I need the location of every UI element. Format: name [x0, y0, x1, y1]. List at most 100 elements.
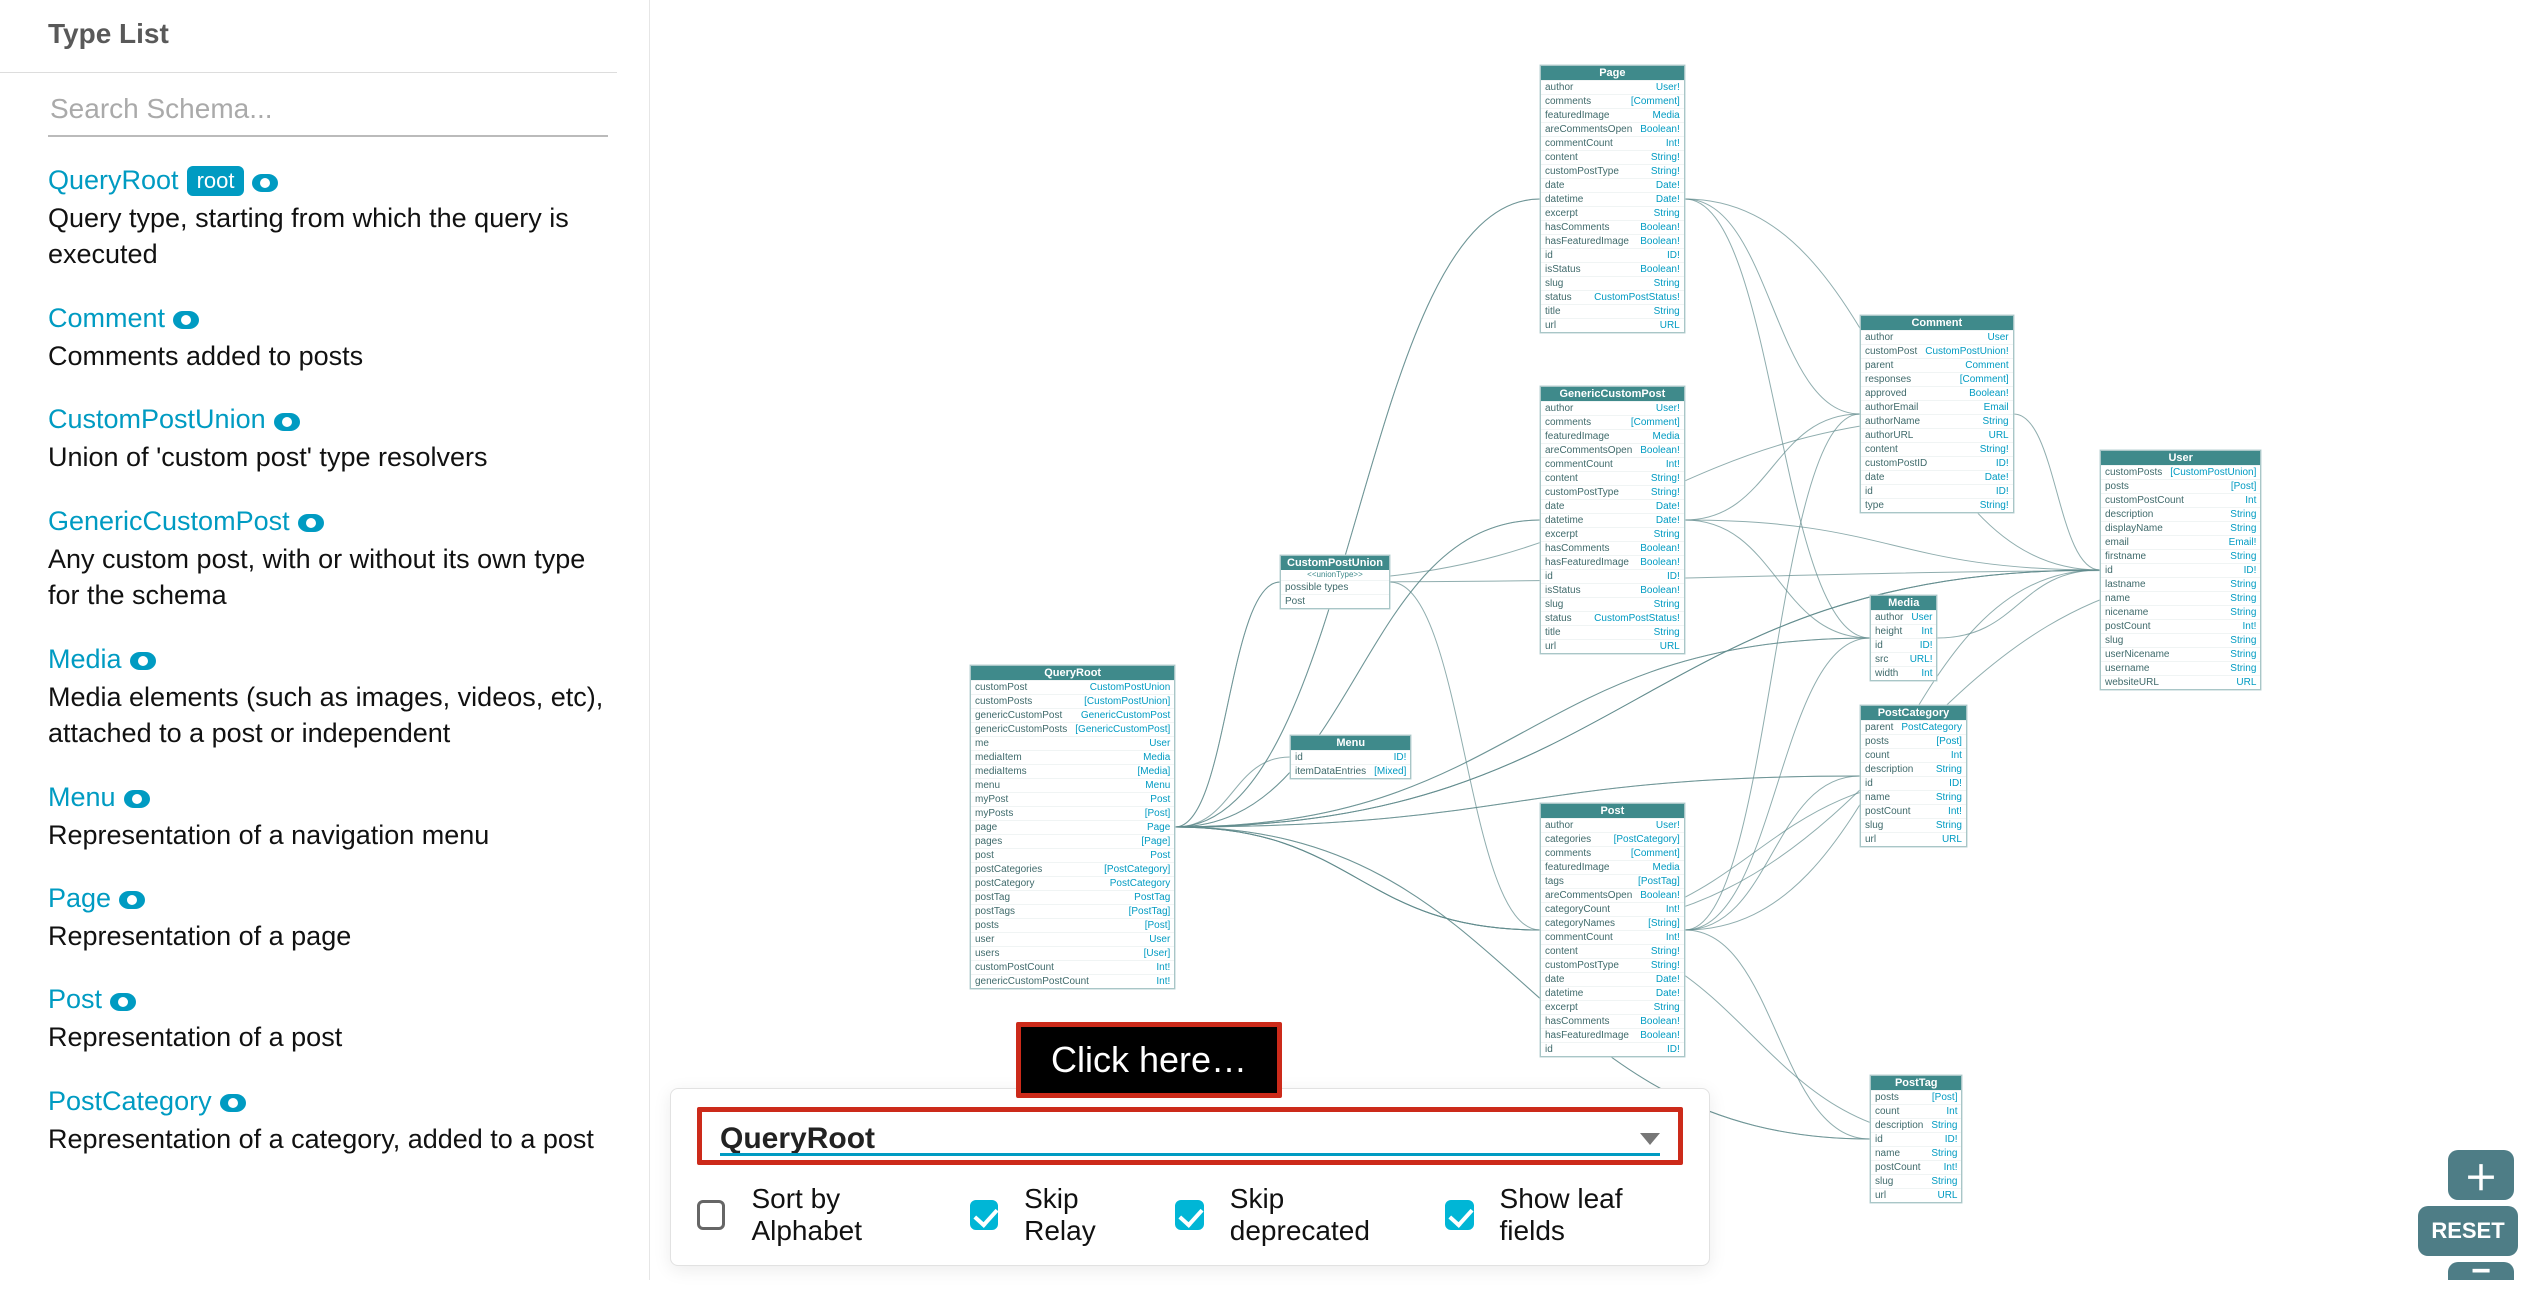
type-name[interactable]: Page: [48, 883, 145, 914]
field-type: User!: [1656, 402, 1680, 415]
type-name[interactable]: PostCategory: [48, 1086, 246, 1117]
type-name[interactable]: Menu: [48, 782, 150, 813]
eye-icon[interactable]: [298, 514, 324, 532]
graph-canvas[interactable]: PageauthorUser!comments[Comment]featured…: [650, 0, 2538, 1280]
field-name: author: [1545, 819, 1573, 832]
field-type: Post: [1150, 849, 1170, 862]
field-name: id: [1545, 249, 1553, 262]
field-type: String: [1931, 1119, 1957, 1132]
table-row: customPosts[CustomPostUnion]: [2101, 465, 2260, 479]
eye-icon[interactable]: [252, 174, 278, 192]
type-name[interactable]: Post: [48, 984, 136, 1015]
eye-icon[interactable]: [274, 413, 300, 431]
type-desc: Media elements (such as images, videos, …: [48, 679, 618, 752]
type-item-genericcustompost[interactable]: GenericCustomPostAny custom post, with o…: [48, 506, 649, 614]
type-name[interactable]: QueryRootroot: [48, 165, 278, 196]
type-item-post[interactable]: PostRepresentation of a post: [48, 984, 649, 1055]
type-name[interactable]: Media: [48, 644, 156, 675]
field-type: String: [1654, 277, 1680, 290]
table-row: hasCommentsBoolean!: [1541, 220, 1684, 234]
table-row: isStatusBoolean!: [1541, 262, 1684, 276]
field-type: Boolean!: [1640, 235, 1679, 248]
zoom-in-button[interactable]: ＋: [2448, 1150, 2514, 1200]
field-type: String!: [1980, 443, 2009, 456]
checkbox-skip-deprecated[interactable]: [1175, 1200, 1203, 1230]
field-name: slug: [1545, 277, 1563, 290]
checkbox-sort[interactable]: [697, 1200, 725, 1230]
field-type: [Comment]: [1631, 416, 1680, 429]
field-type: Int!: [2243, 620, 2257, 633]
eye-icon[interactable]: [124, 790, 150, 808]
zoom-out-button[interactable]: −: [2448, 1262, 2514, 1280]
type-item-menu[interactable]: Menu Representation of a navigation menu: [48, 782, 649, 853]
type-item-custompostunion[interactable]: CustomPostUnionUnion of 'custom post' ty…: [48, 404, 649, 475]
checkbox-show-leaf[interactable]: [1445, 1200, 1473, 1230]
type-table-user[interactable]: UsercustomPosts[CustomPostUnion]posts[Po…: [2100, 450, 2261, 690]
field-name: date: [1545, 179, 1564, 192]
field-type: ID!: [1667, 570, 1680, 583]
checkbox-skip-relay[interactable]: [970, 1200, 998, 1230]
field-name: categories: [1545, 833, 1591, 846]
table-row: posts[Post]: [1861, 734, 1966, 748]
table-header: QueryRoot: [971, 666, 1174, 680]
field-type: String: [1654, 305, 1680, 318]
eye-icon[interactable]: [119, 891, 145, 909]
field-name: hasComments: [1545, 221, 1609, 234]
table-row: postTagPostTag: [971, 890, 1174, 904]
eye-icon[interactable]: [173, 311, 199, 329]
eye-icon[interactable]: [220, 1094, 246, 1112]
type-table-page[interactable]: PageauthorUser!comments[Comment]featured…: [1540, 65, 1685, 333]
type-item-postcategory[interactable]: PostCategoryRepresentation of a category…: [48, 1086, 649, 1157]
eye-icon[interactable]: [110, 993, 136, 1011]
type-table-posttag[interactable]: PostTagposts[Post]countIntdescriptionStr…: [1870, 1075, 1962, 1203]
table-row: mediaItemMedia: [971, 750, 1174, 764]
type-item-media[interactable]: Media Media elements (such as images, vid…: [48, 644, 649, 752]
type-table-genericcustompost[interactable]: GenericCustomPostauthorUser!comments[Com…: [1540, 386, 1685, 654]
field-name: description: [2105, 508, 2153, 521]
field-type: ID!: [1394, 751, 1407, 764]
type-name[interactable]: Comment: [48, 303, 199, 334]
table-row: idID!: [1541, 1042, 1684, 1056]
table-row: idID!: [1291, 750, 1410, 764]
label-skip-relay: Skip Relay: [1024, 1183, 1149, 1247]
eye-icon[interactable]: [130, 652, 156, 670]
type-table-comment[interactable]: CommentauthorUsercustomPostCustomPostUni…: [1860, 315, 2014, 513]
type-table-custompostunion[interactable]: CustomPostUnion<<unionType>>possible typ…: [1280, 555, 1390, 609]
table-row: descriptionString: [1861, 762, 1966, 776]
table-row: excerptString: [1541, 206, 1684, 220]
field-name: posts: [1875, 1091, 1899, 1104]
search-input[interactable]: [48, 83, 608, 137]
type-name[interactable]: GenericCustomPost: [48, 506, 324, 537]
type-item-page[interactable]: PageRepresentation of a page: [48, 883, 649, 954]
field-type: PostTag: [1134, 891, 1170, 904]
field-name: content: [1865, 443, 1898, 456]
type-item-queryroot[interactable]: QueryRootrootQuery type, starting from w…: [48, 165, 649, 273]
zoom-reset-button[interactable]: RESET: [2418, 1206, 2518, 1256]
type-desc: Representation of a navigation menu: [48, 817, 618, 853]
table-row: pages[Page]: [971, 834, 1174, 848]
field-type: [Post]: [1936, 735, 1962, 748]
type-item-comment[interactable]: CommentComments added to posts: [48, 303, 649, 374]
table-row: commentCountInt!: [1541, 457, 1684, 471]
type-table-media[interactable]: MediaauthorUserheightIntidID!srcURL!widt…: [1870, 595, 1937, 681]
type-name[interactable]: CustomPostUnion: [48, 404, 300, 435]
field-name: count: [1865, 749, 1889, 762]
table-row: nameString: [1861, 790, 1966, 804]
field-type: User!: [1656, 819, 1680, 832]
table-row: customPostTypeString!: [1541, 958, 1684, 972]
field-type: PostCategory: [1110, 877, 1171, 890]
field-name: comments: [1545, 847, 1591, 860]
field-type: CustomPostUnion: [1090, 681, 1171, 694]
type-table-postcategory[interactable]: PostCategoryparentPostCategoryposts[Post…: [1860, 705, 1967, 847]
type-table-menu[interactable]: MenuidID!itemDataEntries[Mixed]: [1290, 735, 1411, 779]
field-name: type: [1865, 499, 1884, 512]
type-table-post[interactable]: PostauthorUser!categories[PostCategory]c…: [1540, 803, 1685, 1057]
field-name: src: [1875, 653, 1888, 666]
table-row: idID!: [1861, 776, 1966, 790]
field-type: [PostTag]: [1638, 875, 1680, 888]
root-type-dropdown[interactable]: QueryRoot: [697, 1107, 1683, 1165]
field-name: posts: [975, 919, 999, 932]
type-table-queryroot[interactable]: QueryRootcustomPostCustomPostUnioncustom…: [970, 665, 1175, 989]
table-row: tags[PostTag]: [1541, 874, 1684, 888]
field-name: hasFeaturedImage: [1545, 235, 1629, 248]
